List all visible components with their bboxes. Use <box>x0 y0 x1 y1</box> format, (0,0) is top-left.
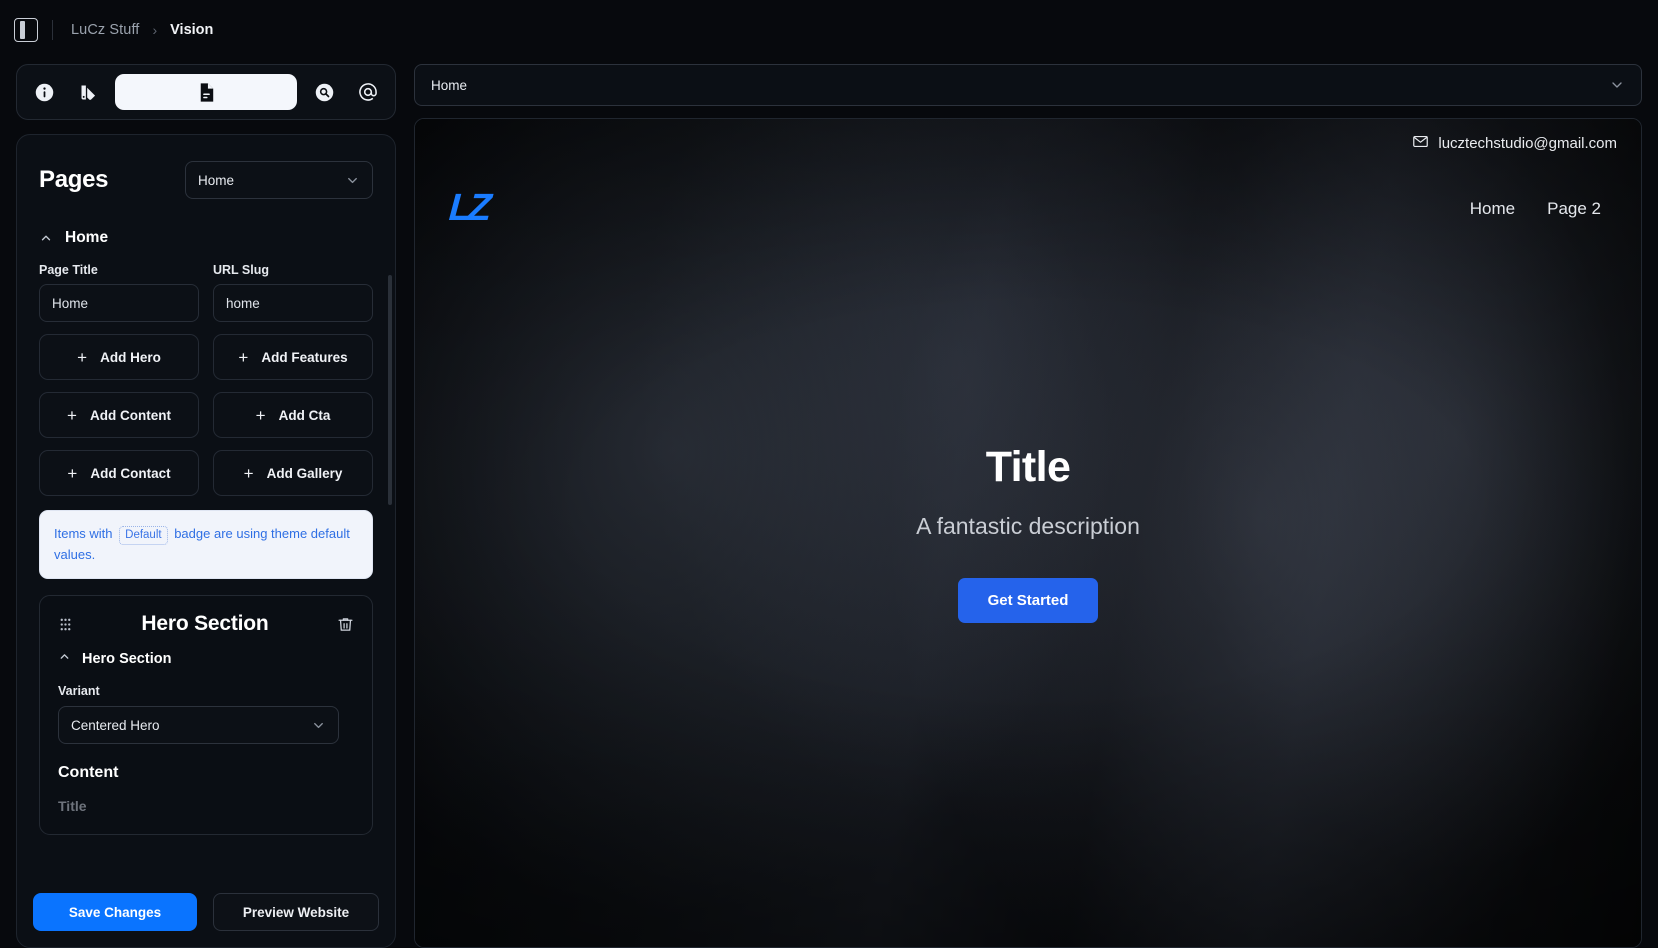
add-features-label: Add Features <box>261 349 348 365</box>
pages-header: Pages Home <box>39 161 373 199</box>
tab-pages[interactable] <box>115 74 297 110</box>
add-gallery-label: Add Gallery <box>266 465 343 481</box>
panel-left-icon[interactable] <box>14 18 38 42</box>
variant-label: Variant <box>58 684 100 699</box>
plus-icon: + <box>77 347 88 367</box>
url-slug-label: URL Slug <box>213 263 270 277</box>
at-sign-icon <box>357 81 379 103</box>
breadcrumb-separator-icon: › <box>152 22 158 38</box>
notice-text-before: Items with <box>54 526 113 541</box>
editor-tab-rail <box>16 64 396 120</box>
workspace: Pages Home Home Page Title Home URL Slug… <box>0 60 1658 948</box>
preview-page-select[interactable]: Home <box>414 64 1642 106</box>
tab-theme[interactable] <box>71 75 105 109</box>
add-contact-label: Add Contact <box>90 465 171 481</box>
trash-icon[interactable] <box>337 616 354 633</box>
variant-select-value: Centered Hero <box>71 717 160 733</box>
add-gallery-button[interactable]: + Add Gallery <box>213 450 373 496</box>
chevron-down-icon <box>345 173 360 188</box>
info-icon <box>34 82 55 103</box>
editor-sidebar: Pages Home Home Page Title Home URL Slug… <box>16 60 396 948</box>
search-icon <box>314 82 335 103</box>
plus-icon: + <box>238 347 249 367</box>
hero-section-card-title: Hero Section <box>141 612 269 636</box>
plus-icon: + <box>243 463 254 483</box>
page-title: Pages <box>39 166 109 193</box>
chevron-down-icon <box>1609 77 1625 93</box>
chevron-up-icon <box>39 231 53 245</box>
preview-website-button[interactable]: Preview Website <box>213 893 379 931</box>
home-accordion-label: Home <box>65 229 109 246</box>
breadcrumb-root[interactable]: LuCz Stuff <box>71 22 139 38</box>
page-select[interactable]: Home <box>185 161 373 199</box>
default-badge: Default <box>119 526 168 546</box>
palette-icon <box>78 82 99 103</box>
page-fields-grid: Page Title Home URL Slug home + Add Hero… <box>39 263 373 496</box>
preview-page-select-value: Home <box>431 77 468 93</box>
preview-pane: Home lucztechstudio@gmail.com LZ Home Pa… <box>414 60 1642 948</box>
plus-icon: + <box>67 463 78 483</box>
add-contact-button[interactable]: + Add Contact <box>39 450 199 496</box>
add-hero-label: Add Hero <box>100 349 161 365</box>
hero-subsection-label: Hero Section <box>82 651 172 668</box>
hero-subsection-accordion[interactable]: Hero Section <box>58 650 354 668</box>
tab-info[interactable] <box>27 75 61 109</box>
divider <box>52 20 53 40</box>
tab-seo[interactable] <box>307 75 341 109</box>
url-slug-input[interactable]: home <box>213 284 373 322</box>
add-cta-label: Add Cta <box>278 407 331 423</box>
plus-icon: + <box>255 405 266 425</box>
save-button[interactable]: Save Changes <box>33 893 197 931</box>
add-features-button[interactable]: + Add Features <box>213 334 373 380</box>
add-content-label: Add Content <box>89 407 171 423</box>
panel-footer: Save Changes Preview Website <box>17 881 395 947</box>
hero-section-card-header: Hero Section <box>58 612 354 636</box>
variant-select[interactable]: Centered Hero <box>58 706 339 745</box>
chevron-up-icon <box>58 650 71 668</box>
page-title-field: Page Title Home <box>39 263 199 322</box>
chevron-down-icon <box>311 718 326 733</box>
title-field-label: Title <box>58 798 87 815</box>
pages-panel: Pages Home Home Page Title Home URL Slug… <box>16 134 396 948</box>
hero-cta-button[interactable]: Get Started <box>957 578 1099 623</box>
theme-default-notice: Items with Default badge are using theme… <box>39 510 373 580</box>
tab-contact[interactable] <box>351 75 385 109</box>
page-select-value: Home <box>198 172 235 188</box>
site-hero: Title A fantastic description Get Starte… <box>415 119 1641 947</box>
hero-title: Title <box>985 443 1071 491</box>
website-preview-stage: lucztechstudio@gmail.com LZ Home Page 2 … <box>414 118 1642 948</box>
content-heading: Content <box>58 764 119 782</box>
home-accordion-header[interactable]: Home <box>39 229 373 247</box>
pages-panel-scroll: Pages Home Home Page Title Home URL Slug… <box>17 135 395 881</box>
top-bar: LuCz Stuff › Vision <box>0 0 1658 60</box>
hero-section-card: Hero Section Hero Section Variant Center… <box>39 595 373 836</box>
add-cta-button[interactable]: + Add Cta <box>213 392 373 438</box>
document-icon <box>195 81 218 104</box>
add-hero-button[interactable]: + Add Hero <box>39 334 199 380</box>
breadcrumb-current: Vision <box>170 22 214 38</box>
url-slug-field: URL Slug home <box>213 263 373 322</box>
plus-icon: + <box>67 405 77 425</box>
sidebar-scrollbar[interactable] <box>388 275 392 505</box>
hero-description: A fantastic description <box>916 513 1140 539</box>
page-title-input[interactable]: Home <box>39 284 199 322</box>
add-content-button[interactable]: + Add Content <box>39 392 199 438</box>
page-title-label: Page Title <box>39 263 98 277</box>
drag-handle-icon[interactable] <box>58 617 73 632</box>
